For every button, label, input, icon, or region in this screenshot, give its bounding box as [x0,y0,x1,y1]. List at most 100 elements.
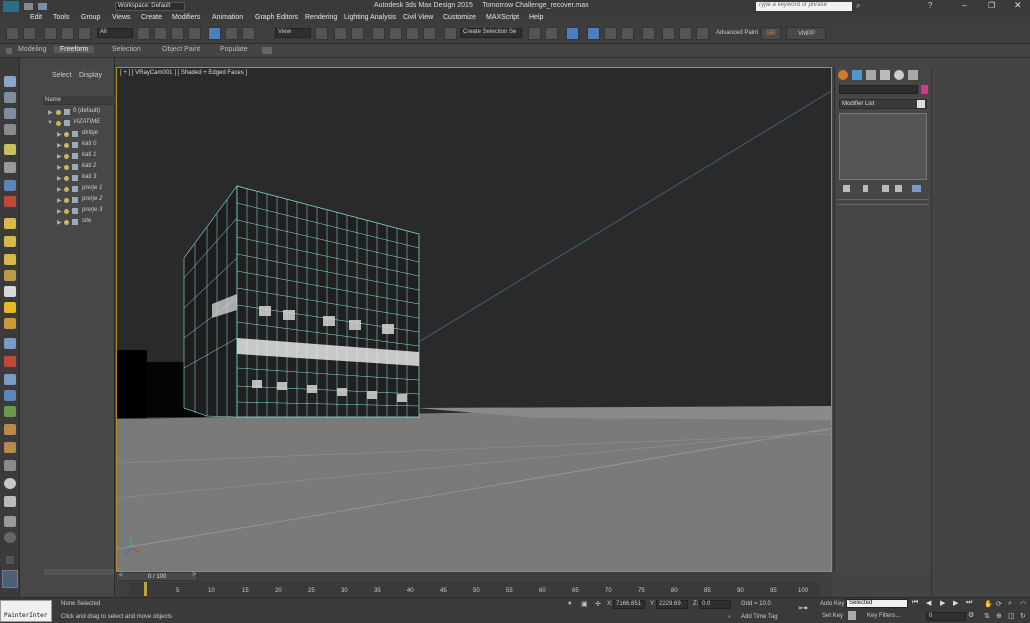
geosphere-icon[interactable] [4,318,16,329]
sun-icon[interactable] [4,302,16,313]
configure-sets-icon[interactable] [912,185,921,192]
select-and-move-icon[interactable] [208,27,221,40]
tab-object-paint[interactable]: Object Paint [162,46,200,53]
menu-rendering[interactable]: Rendering [305,14,337,21]
layers-count-icon[interactable] [4,516,16,527]
list-item[interactable]: ▶ prerje 2 [20,196,115,206]
select-manipulate-icon[interactable] [334,27,347,40]
building-icon[interactable] [4,496,16,507]
render-frame-icon[interactable] [696,27,709,40]
app-logo-icon[interactable] [3,1,19,12]
window-crossing-icon[interactable] [188,27,201,40]
x-coord-field[interactable]: 7166.851 [613,600,645,609]
viewport-label[interactable]: [ + ] [ VRayCam001 ] [ Shaded + Edged Fa… [120,70,247,76]
menu-graph-editors[interactable]: Graph Editors [255,14,298,21]
explorer-scrollbar[interactable] [44,569,114,575]
select-object-icon[interactable] [137,27,150,40]
select-and-rotate-icon[interactable] [225,27,238,40]
keyboard-shortcut-toggle-icon[interactable] [351,27,364,40]
box-icon[interactable] [4,218,16,229]
time-slider-next-icon[interactable]: > [192,571,196,578]
hierarchy-tab-icon[interactable] [866,70,876,80]
select-by-name-icon[interactable] [154,27,167,40]
sr-button[interactable]: SR [761,27,781,40]
list-item[interactable]: ▶ kati 3 [20,174,115,184]
search-icon[interactable]: ⌕ [856,1,860,11]
orbit-icon[interactable]: ⟳ [996,600,1002,608]
menu-edit[interactable]: Edit [30,14,42,21]
auto-key-button[interactable]: Auto Key [820,601,844,607]
quick-access-open-icon[interactable] [24,3,33,10]
ribbon-toggle-icon[interactable] [6,48,12,54]
link-icon[interactable] [44,27,57,40]
display-sphere-icon[interactable] [4,478,16,489]
tab-freeform[interactable]: Freeform [54,46,95,53]
list-item[interactable]: ▶ 0 (default) [20,108,115,118]
menu-lighting-analysis[interactable]: Lighting Analysis [344,14,396,21]
mirror-icon[interactable] [528,27,541,40]
vmpp-button[interactable]: VMPP [786,27,826,40]
list-item[interactable]: ▼ VIZATIME [20,119,115,129]
material-sphere-icon[interactable] [4,460,16,471]
scene-explorer-icon[interactable] [4,92,16,103]
paint-icon[interactable] [4,196,16,207]
tube-icon[interactable] [4,270,16,281]
time-slider-prev-icon[interactable]: < [119,572,123,579]
viewport-scene[interactable] [117,68,832,572]
menu-tools[interactable]: Tools [53,14,69,21]
menu-modifiers[interactable]: Modifiers [172,14,200,21]
help-icon[interactable]: ? [928,1,932,10]
unlink-icon[interactable] [61,27,74,40]
time-config-icon[interactable]: ⚙ [968,611,974,619]
spinner-snap-icon[interactable] [423,27,436,40]
viewport-layout-icon[interactable] [2,570,18,588]
zoom-icon[interactable]: ⌕ [1008,600,1012,608]
cloth-icon[interactable] [4,442,16,453]
select-and-scale-icon[interactable] [242,27,255,40]
menu-animation[interactable]: Animation [212,14,243,21]
list-item[interactable]: ▶ kati 1 [20,152,115,162]
dolly-icon[interactable]: ⊕ [996,612,1002,620]
current-time-marker[interactable] [144,582,147,596]
modifier-list-dropdown[interactable]: Modifier List [839,99,927,109]
menu-help[interactable]: Help [529,14,543,21]
edit-named-selection-icon[interactable] [444,27,457,40]
close-icon[interactable]: ✕ [1014,0,1022,11]
light-icon[interactable] [4,144,16,155]
tab-selection[interactable]: Selection [112,46,141,53]
render-setup-icon[interactable] [679,27,692,40]
viewport[interactable]: [ + ] [ VRayCam001 ] [ Shaded + Edged Fa… [116,67,832,572]
pin-stack-icon[interactable] [843,185,850,192]
help-circle-icon[interactable] [4,532,16,543]
object-name-field[interactable] [839,85,918,94]
list-item[interactable]: ▶ prerje 3 [20,207,115,217]
modify-tab-icon[interactable] [852,70,862,80]
advanced-paint-label[interactable]: Advanced Paint [716,30,758,36]
search-field[interactable]: Type a keyword or phrase [756,2,852,11]
minimize-icon[interactable]: – [962,0,967,10]
curve-editor-icon[interactable] [621,27,634,40]
snaps-toggle-icon[interactable] [372,27,385,40]
set-key-filter-icon[interactable] [848,611,856,620]
menu-group[interactable]: Group [81,14,100,21]
tab-select[interactable]: Select [52,72,71,79]
time-tag-icon[interactable]: ▪ [728,612,731,621]
set-key-button[interactable]: Set Key [822,613,843,619]
tab-modeling[interactable]: Modeling [18,46,46,53]
menu-create[interactable]: Create [141,14,162,21]
lock-icon[interactable]: ▣ [581,600,588,608]
roll-icon[interactable]: ↻ [1020,612,1026,620]
leaf-icon[interactable] [4,406,16,417]
angle-snap-icon[interactable] [389,27,402,40]
motion-tab-icon[interactable] [880,70,890,80]
isolate-icon[interactable]: ♦ [568,600,572,607]
redo-icon[interactable] [23,27,36,40]
graphite-toggle-icon[interactable] [604,27,617,40]
maxscript-listener[interactable]: PainterInter [0,600,52,622]
play-icon[interactable]: ▶ [940,599,945,607]
object-color-swatch[interactable] [921,85,928,94]
ribbon-options-icon[interactable] [262,47,272,54]
rectangle-selection-icon[interactable] [171,27,184,40]
expand-arrow-icon[interactable] [6,556,14,564]
align-icon[interactable] [545,27,558,40]
